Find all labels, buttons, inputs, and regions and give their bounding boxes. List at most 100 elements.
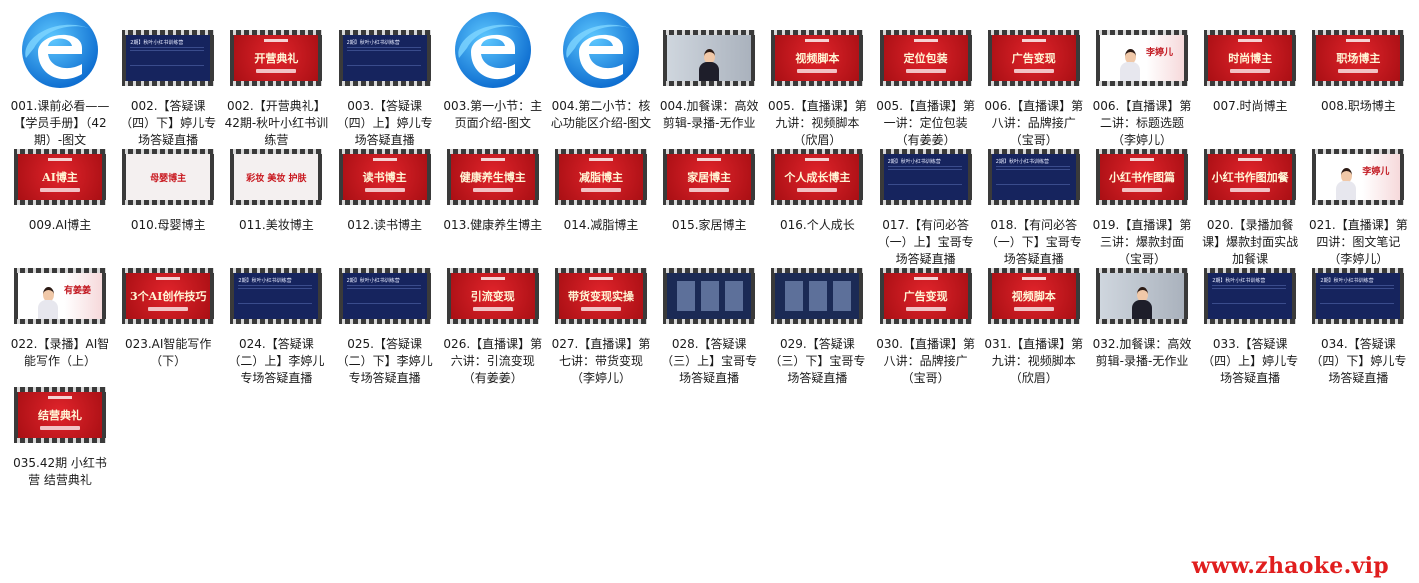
- file-item[interactable]: 广告变现 006.【直播课】第八讲：品牌接广（宝哥）: [982, 4, 1086, 147]
- thumbnail-title: 李婷儿: [1362, 167, 1390, 177]
- video-thumbnail[interactable]: 带货变现实操: [555, 246, 647, 330]
- video-thumbnail[interactable]: [663, 246, 756, 330]
- video-thumbnail[interactable]: 减脂博主: [555, 127, 647, 211]
- file-item[interactable]: 家居博主 015.家居博主: [657, 123, 761, 237]
- video-thumbnail[interactable]: 开营典礼: [230, 8, 323, 92]
- video-thumbnail[interactable]: 2期】秋叶小红书训练营: [338, 246, 431, 330]
- file-item[interactable]: 健康养生博主 013.健康养生博主: [441, 123, 545, 237]
- file-item[interactable]: 职场博主 008.职场博主: [1306, 4, 1410, 118]
- file-item[interactable]: 母婴博主 010.母婴博主: [116, 123, 220, 237]
- video-thumbnail[interactable]: 广告变现: [987, 8, 1080, 92]
- thumbnail-title: 有姜姜: [64, 286, 92, 296]
- file-item[interactable]: 读书博主 012.读书博主: [333, 123, 437, 237]
- video-frame: [667, 273, 752, 319]
- file-item[interactable]: 029.【答疑课（三）下】宝哥专场答疑直播: [765, 242, 869, 385]
- file-item[interactable]: 2期】秋叶小红书训练营 017.【有问必答（一）上】宝哥专场答疑直播: [874, 123, 978, 266]
- film-strip-icon: 3个AI创作技巧: [122, 268, 215, 324]
- file-item[interactable]: 2期】秋叶小红书训练营 003.【答疑课（四）上】婷儿专场答疑直播: [333, 4, 437, 147]
- file-item[interactable]: 2期】秋叶小红书训练营 034.【答疑课（四）下】婷儿专场答疑直播: [1306, 242, 1410, 385]
- video-thumbnail[interactable]: 2期】秋叶小红书训练营: [230, 246, 323, 330]
- video-thumbnail[interactable]: 定位包装: [879, 8, 972, 92]
- video-thumbnail[interactable]: 2期】秋叶小红书训练营: [879, 127, 972, 211]
- video-thumbnail[interactable]: 结营典礼: [14, 365, 106, 449]
- file-item[interactable]: 001.课前必看——【学员手册】（42期）-图文: [8, 4, 112, 147]
- document-thumbnail[interactable]: [18, 8, 102, 92]
- file-item[interactable]: 彩妆 美妆 护肤 011.美妆博主: [224, 123, 328, 237]
- file-item[interactable]: 有姜姜 022.【录播】AI智能写作（上）: [8, 242, 112, 368]
- document-thumbnail[interactable]: [451, 8, 535, 92]
- file-item[interactable]: 李婷儿 006.【直播课】第二讲：标题选题（李婷儿）: [1090, 4, 1194, 147]
- video-thumbnail[interactable]: 李婷儿: [1312, 127, 1405, 211]
- file-item[interactable]: 小红书作图加餐 020.【录播加餐课】爆款封面实战加餐课: [1198, 123, 1302, 266]
- file-item[interactable]: 2期】秋叶小红书训练营 018.【有问必答（一）下】宝哥专场答疑直播: [982, 123, 1086, 266]
- file-item[interactable]: 广告变现 030.【直播课】第八讲：品牌接广（宝哥）: [874, 242, 978, 385]
- file-item[interactable]: 李婷儿 021.【直播课】第四讲：图文笔记（李婷儿）: [1306, 123, 1410, 266]
- file-item[interactable]: 004.加餐课：高效剪辑-录播-无作业: [657, 4, 761, 130]
- file-name-label: 015.家居博主: [671, 218, 747, 232]
- video-thumbnail[interactable]: 小红书作图篇: [1096, 127, 1188, 211]
- file-item[interactable]: 结营典礼 035.42期 小红书营 结营典礼: [8, 361, 112, 487]
- file-item[interactable]: 视频脚本 031.【直播课】第九讲：视频脚本（欣眉）: [982, 242, 1086, 385]
- video-thumbnail[interactable]: 李婷儿: [1096, 8, 1188, 92]
- file-item[interactable]: 时尚博主 007.时尚博主: [1198, 4, 1302, 118]
- document-thumbnail[interactable]: [559, 8, 643, 92]
- thumbnail-tag: [805, 39, 830, 42]
- file-item[interactable]: 3个AI创作技巧 023.AI智能写作（下）: [116, 242, 220, 368]
- file-item[interactable]: 2期】秋叶小红书训练营 025.【答疑课（二）下】李婷儿专场答疑直播: [333, 242, 437, 385]
- video-frame: 时尚博主: [1208, 35, 1293, 81]
- file-item[interactable]: 个人成长博主 016.个人成长: [765, 123, 869, 237]
- video-thumbnail[interactable]: 2期】秋叶小红书训练营: [338, 8, 431, 92]
- video-thumbnail[interactable]: 职场博主: [1312, 8, 1405, 92]
- video-thumbnail[interactable]: 引流变现: [446, 246, 539, 330]
- slide-line: [346, 285, 421, 286]
- video-thumbnail[interactable]: 2期】秋叶小红书训练营: [122, 8, 215, 92]
- file-item[interactable]: 开营典礼 002.【开营典礼】42期-秋叶小红书训练营: [224, 4, 328, 147]
- thumbnail-title: 减脂博主: [579, 171, 623, 184]
- file-item[interactable]: AI博主 009.AI博主: [8, 123, 112, 237]
- thumbnail-caption-bar: [1013, 307, 1054, 311]
- film-strip-icon: 减脂博主: [555, 149, 647, 205]
- video-thumbnail[interactable]: 2期】秋叶小红书训练营: [987, 127, 1080, 211]
- video-thumbnail[interactable]: 读书博主: [338, 127, 431, 211]
- file-item[interactable]: 032.加餐课：高效剪辑-录播-无作业: [1090, 242, 1194, 368]
- thumbnail-title: 个人成长博主: [784, 171, 851, 184]
- video-thumbnail[interactable]: AI博主: [14, 127, 106, 211]
- file-item[interactable]: 引流变现 026.【直播课】第六讲：引流变现（有姜姜）: [441, 242, 545, 385]
- file-item[interactable]: 定位包装 005.【直播课】第一讲：定位包装（有姜姜）: [874, 4, 978, 147]
- file-item[interactable]: 028.【答疑课（三）上】宝哥专场答疑直播: [657, 242, 761, 385]
- thumbnail-title: 李婷儿: [1146, 48, 1174, 58]
- thumbnail-title: 小红书作图篇: [1109, 171, 1175, 184]
- video-thumbnail[interactable]: 视频脚本: [987, 246, 1080, 330]
- video-thumbnail[interactable]: 母婴博主: [122, 127, 215, 211]
- thumbnail-tag: [913, 39, 938, 42]
- file-item[interactable]: 2期】秋叶小红书训练营 033.【答疑课（四）上】婷儿专场答疑直播: [1198, 242, 1302, 385]
- video-thumbnail[interactable]: [663, 8, 756, 92]
- video-thumbnail[interactable]: 2期】秋叶小红书训练营: [1204, 246, 1297, 330]
- video-thumbnail[interactable]: 个人成长博主: [771, 127, 864, 211]
- file-item[interactable]: 004.第二小节：核心功能区介绍-图文: [549, 4, 653, 130]
- video-thumbnail[interactable]: 有姜姜: [14, 246, 106, 330]
- video-frame: 减脂博主: [559, 154, 643, 200]
- thumbnail-tag: [264, 39, 289, 42]
- file-item[interactable]: 003.第一小节：主页面介绍-图文: [441, 4, 545, 130]
- file-item[interactable]: 小红书作图篇 019.【直播课】第三讲：爆款封面（宝哥）: [1090, 123, 1194, 266]
- file-item[interactable]: 2期】秋叶小红书训练营 002.【答疑课（四）下】婷儿专场答疑直播: [116, 4, 220, 147]
- file-item[interactable]: 减脂博主 014.减脂博主: [549, 123, 653, 237]
- file-item[interactable]: 带货变现实操 027.【直播课】第七讲：带货变现（李婷儿）: [549, 242, 653, 385]
- thumbnail-caption-bar: [905, 307, 946, 311]
- video-thumbnail[interactable]: 家居博主: [663, 127, 756, 211]
- file-item[interactable]: 视频脚本 005.【直播课】第九讲：视频脚本（欣眉）: [765, 4, 869, 147]
- thumbnail-caption-bar: [1230, 69, 1271, 73]
- file-item[interactable]: 2期】秋叶小红书训练营 024.【答疑课（二）上】李婷儿专场答疑直播: [224, 242, 328, 385]
- video-thumbnail[interactable]: [1096, 246, 1188, 330]
- video-thumbnail[interactable]: 2期】秋叶小红书训练营: [1312, 246, 1405, 330]
- video-frame: 职场博主: [1316, 35, 1401, 81]
- video-thumbnail[interactable]: 广告变现: [879, 246, 972, 330]
- video-thumbnail[interactable]: 视频脚本: [771, 8, 864, 92]
- video-thumbnail[interactable]: 3个AI创作技巧: [122, 246, 215, 330]
- video-thumbnail[interactable]: 小红书作图加餐: [1204, 127, 1297, 211]
- video-thumbnail[interactable]: 彩妆 美妆 护肤: [230, 127, 323, 211]
- video-thumbnail[interactable]: 时尚博主: [1204, 8, 1297, 92]
- video-thumbnail[interactable]: [771, 246, 864, 330]
- video-thumbnail[interactable]: 健康养生博主: [446, 127, 539, 211]
